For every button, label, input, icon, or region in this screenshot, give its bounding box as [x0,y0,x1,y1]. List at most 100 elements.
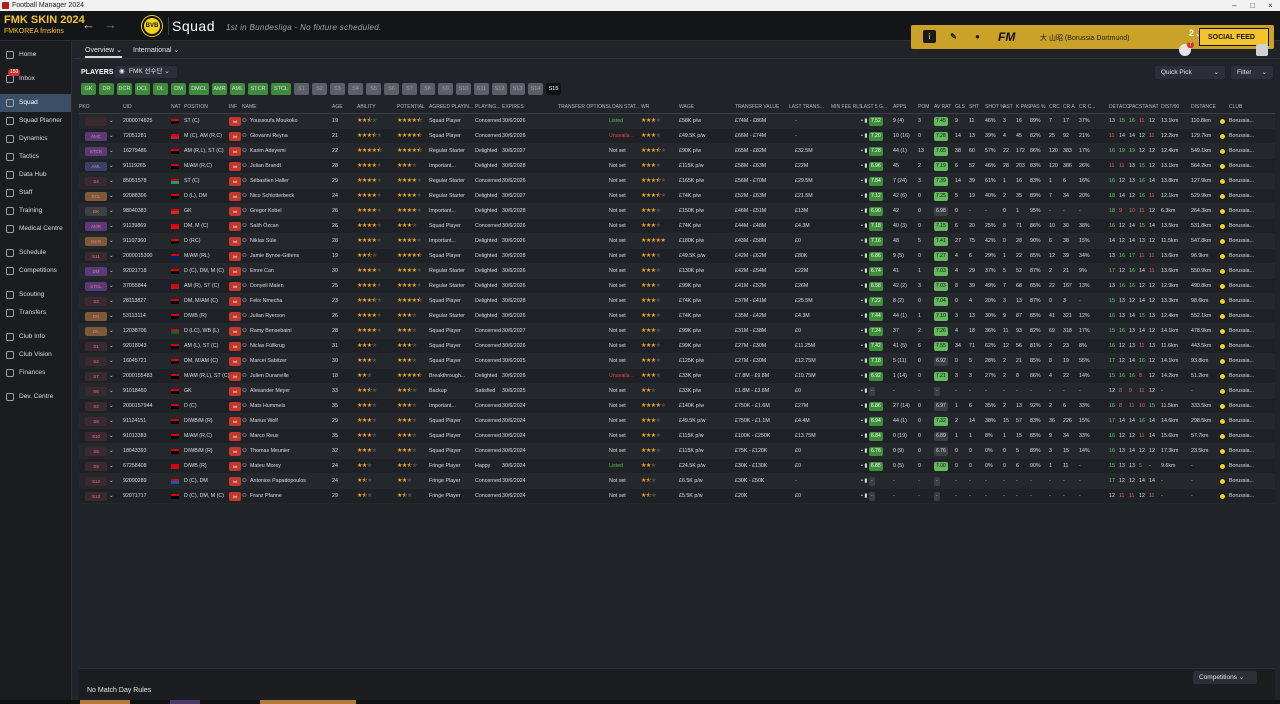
column-header[interactable]: AV RAT [934,101,951,114]
column-header[interactable]: POTENTIAL [397,101,425,114]
position-chip[interactable]: DM [171,83,186,95]
position-chip[interactable]: DR [99,83,114,95]
position-chip[interactable]: STCR [248,83,268,95]
position-chip[interactable]: S15 [546,83,561,95]
column-header[interactable]: MIN FEE RLS [831,101,862,114]
minimize-icon[interactable]: – [1232,0,1236,11]
position-chip[interactable]: S13 [510,83,525,95]
table-row[interactable]: DR ⌄ 53113114 D/WB (R) Int ⚇ Julian Ryerson 26 ★… [79,309,1275,324]
forward-arrow-icon[interactable]: → [104,17,117,32]
position-chip[interactable]: DL [153,83,168,95]
competitions-dropdown[interactable]: Competitions ⌄ [1193,671,1257,684]
sidebar-item-competitions[interactable]: Competitions [0,262,71,280]
column-header[interactable]: SHT [969,101,979,114]
table-row[interactable]: S4 ⌄ 85051578 ST (C) Int ⚇ Sébastien Haller 29 ★… [79,174,1275,189]
table-row[interactable]: S11 ⌄ 2000015300 M/AM (RL) Int ⚇ Jamie Bynoe-G… [79,249,1275,264]
position-chip[interactable]: S3 [330,83,345,95]
column-header[interactable]: NAT [171,101,181,114]
column-header[interactable]: PAS % [1030,101,1045,114]
player-name[interactable]: Julien Duranville [250,369,289,384]
position-chip[interactable]: S11 [474,83,489,95]
sidebar-item-club-vision[interactable]: Club Vision [0,346,71,364]
close-icon[interactable]: × [1268,0,1273,11]
player-name[interactable]: Julian Ryerson [250,309,285,324]
player-name[interactable]: Marco Reus [250,429,279,444]
sidebar-item-staff[interactable]: Staff [0,184,71,202]
filter-button[interactable]: Filter ⌄ [1231,66,1273,79]
player-name[interactable]: Youssoufa Moukoko [250,114,298,129]
player-name[interactable]: Karim Adeyemi [250,144,286,159]
quick-pick-button[interactable]: Quick Pick ⌄ [1155,66,1225,79]
position-chip[interactable]: S6 [384,83,399,95]
column-header[interactable]: POM [918,101,929,114]
position-chip[interactable]: DCL [135,83,150,95]
table-row[interactable]: S8 ⌄ 91124151 D/WB/M (R) Int ⚇ Marius Wolf 29 ★★… [79,414,1275,429]
position-chip[interactable]: DMCL [189,83,209,95]
column-header[interactable]: WR [641,101,649,114]
sidebar-item-club-info[interactable]: Club Info [0,328,71,346]
column-header[interactable]: LOAN STAT... [609,101,640,114]
sidebar-item-medical-centre[interactable]: Medical Centre [0,220,71,238]
column-header[interactable]: AGE [332,101,343,114]
column-header[interactable]: DIST/90 [1161,101,1179,114]
table-row[interactable]: S2 ⌄ 2000157944 D (C) Int ⚇ Mats Hummels 35 ★★★ ★… [79,399,1275,414]
table-row[interactable]: DCR ⌄ 91107360 D (RC) Int ⚇ Niklas Süle 28 ★★★★ ★… [79,234,1275,249]
column-header[interactable]: APPS [893,101,906,114]
sidebar-item-transfers[interactable]: Transfers [0,304,71,322]
player-name[interactable]: Franz Pfanne [250,489,282,504]
column-header[interactable]: POSITION [184,101,208,114]
table-row[interactable]: GK ⌄ 98040383 GK Int ⚇ Gregor Kobel 26 ★★★★ ★ ★★★★… [79,204,1275,219]
column-header[interactable]: UID [123,101,132,114]
table-row[interactable]: DM ⌄ 92021718 D (C), DM, M (C) Int ⚇ Emre Can 3… [79,264,1275,279]
column-header[interactable]: STA [1139,101,1148,114]
position-chip[interactable]: S5 [366,83,381,95]
column-header[interactable]: CLUB [1229,101,1242,114]
table-row[interactable]: S2 ⌄ 16045721 DM, M/AM (C) Int ⚇ Marcel Sabitz… [79,354,1275,369]
sidebar-item-squad[interactable]: Squad [0,94,71,112]
player-name[interactable]: Mateu Morey [250,459,281,474]
position-chip[interactable]: S2 [312,83,327,95]
sidebar-item-inbox[interactable]: Inbox 150 [0,69,71,88]
column-header[interactable]: AST [1003,101,1013,114]
position-chip[interactable]: DCR [117,83,132,95]
player-name[interactable]: Marcel Sabitzer [250,354,287,369]
position-chip[interactable]: S12 [492,83,507,95]
player-name[interactable]: Julian Brandt [250,159,281,174]
position-chip[interactable]: S8 [420,83,435,95]
table-row[interactable]: S1 ⌄ 92018043 AM (L), ST (C) Int ⚇ Niclas Füll… [79,339,1275,354]
player-name[interactable]: Felix Nmecha [250,294,282,309]
column-header[interactable]: SHOT % [985,101,1005,114]
sidebar-item-training[interactable]: Training [0,202,71,220]
table-row[interactable]: S13 ⌄ 92071717 D (C), DM, M (C) Int ⚇ Franz Pf… [79,489,1275,504]
position-chip[interactable]: GK [81,83,96,95]
column-header[interactable]: CR A [1063,101,1075,114]
column-header[interactable]: PLAYING... [475,101,500,114]
table-row[interactable]: DL ⌄ 12038706 D (LC), WB (L) Int ⚇ Ramy Benseb… [79,324,1275,339]
column-header[interactable]: NAME [242,101,256,114]
tab-overview[interactable]: Overview ⌄ [85,46,122,58]
tab-international[interactable]: International ⌄ [133,46,179,54]
table-row[interactable]: DCL ⌄ 92088306 D (L), DM Int ⚇ Nico Schlotterb… [79,189,1275,204]
column-header[interactable]: DET [1109,101,1119,114]
column-header[interactable]: PAC [1129,101,1139,114]
layout-icon[interactable] [1256,44,1268,56]
player-name[interactable]: Mats Hummels [250,399,285,414]
back-arrow-icon[interactable]: ← [82,17,95,32]
position-chip[interactable]: S10 [456,83,471,95]
column-header[interactable]: AGREED PLAYIN... [429,101,473,114]
player-name[interactable]: Alexander Meyer [250,384,290,399]
table-row[interactable]: STCL ⌄ 37055844 AM (R), ST (C) Int ⚇ Donyell M… [79,279,1275,294]
sidebar-item-dev-centre[interactable]: Dev. Centre [0,388,71,406]
position-chip[interactable]: S9 [438,83,453,95]
player-name[interactable]: Ramy Bensebaini [250,324,292,339]
table-row[interactable]: S10 ⌄ 91013383 M/AM (R,C) Int ⚇ Marco Reus 35 ★★… [79,429,1275,444]
column-header[interactable]: TRANSFER VALUE [735,101,779,114]
sidebar-item-tactics[interactable]: Tactics [0,148,71,166]
club-crest-icon[interactable]: BVB [142,16,162,36]
sidebar-item-squad-planner[interactable]: Squad Planner [0,112,71,130]
sidebar-item-dynamics[interactable]: Dynamics [0,130,71,148]
player-name[interactable]: Niclas Füllkrug [250,339,285,354]
column-header[interactable]: NAT [1149,101,1159,114]
table-row[interactable]: S14 ⌄ 92090289 D (C), DM Int ⚇ Antonios Papado… [79,474,1275,489]
column-header[interactable]: LAST TRANS... [789,101,824,114]
